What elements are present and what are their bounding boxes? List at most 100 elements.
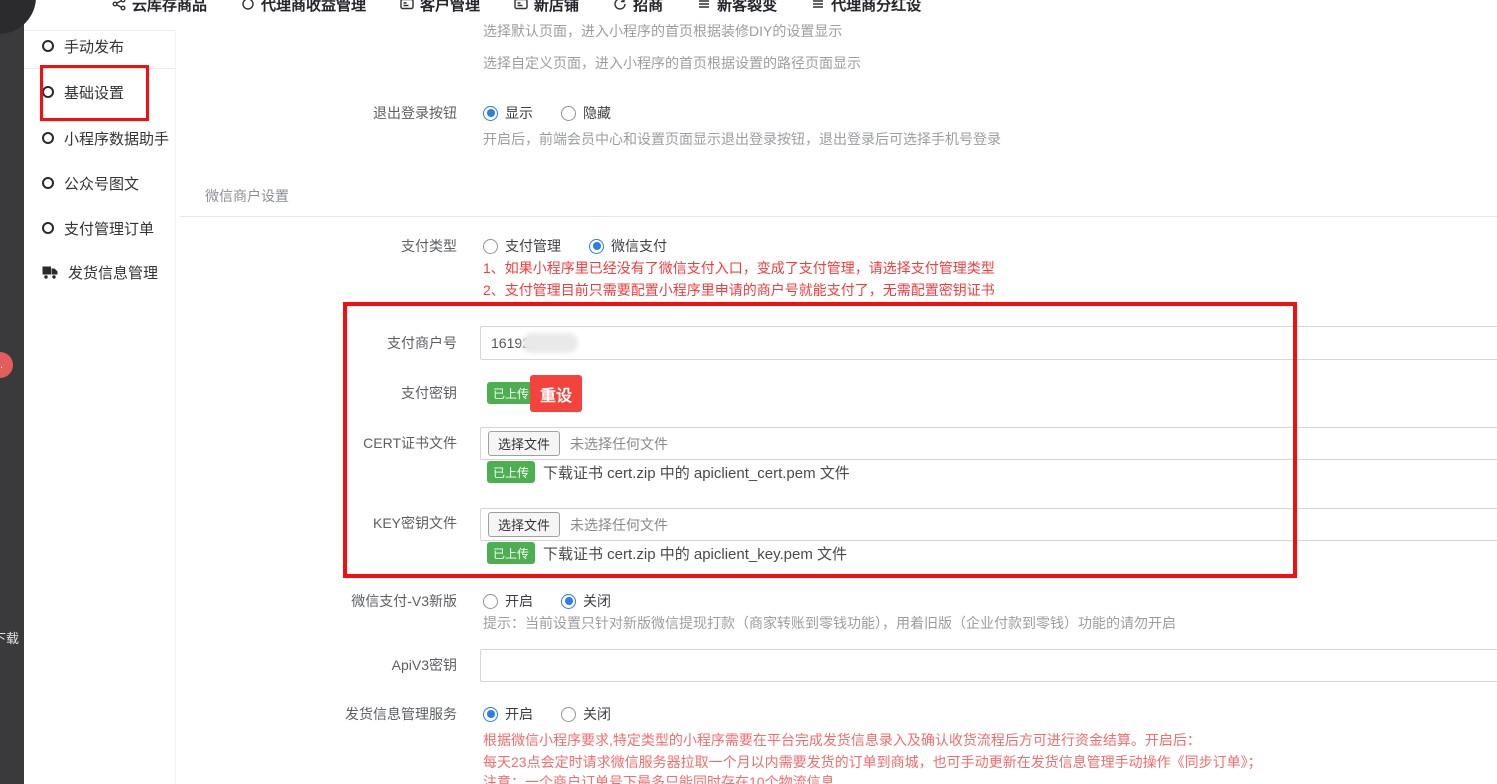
sidebar-item-manual-publish[interactable]: 手动发布: [42, 36, 124, 56]
radio-option-off[interactable]: 关闭: [561, 704, 611, 724]
shipping-service-label: 发货信息管理服务: [257, 704, 457, 724]
section-title-wechat-merchant: 微信商户设置: [205, 186, 289, 206]
sidebar-separator: [24, 68, 175, 69]
nav-item-cloud-stock[interactable]: 云库存商品: [112, 0, 207, 15]
radio-selected-icon: [561, 594, 576, 609]
radio-unselected-icon: [561, 707, 576, 722]
sidebar-item-label: 公众号图文: [64, 173, 139, 194]
merchant-id-input[interactable]: [480, 326, 1497, 360]
radio-unselected-icon: [483, 239, 498, 254]
sidebar-item-shipping-info[interactable]: 发货信息管理: [42, 262, 158, 282]
apiv3-key-label: ApiV3密钥: [257, 655, 457, 675]
sidebar-item-label: 发货信息管理: [68, 262, 158, 283]
radio-option-pay-manage[interactable]: 支付管理: [483, 236, 561, 256]
wxpay-v3-label: 微信支付-V3新版: [257, 591, 457, 611]
cert-file-picker: 选择文件 未选择任何文件: [480, 427, 1497, 460]
radio-option-wechat-pay[interactable]: 微信支付: [589, 236, 667, 256]
refresh-icon: [613, 0, 627, 11]
radio-option-label: 微信支付: [611, 236, 667, 256]
circle-icon: [241, 0, 255, 11]
radio-unselected-icon: [561, 106, 576, 121]
radio-option-show[interactable]: 显示: [483, 103, 533, 123]
radio-circle-icon: [42, 222, 54, 234]
radio-circle-icon: [42, 177, 54, 189]
nav-item-label: 代理商分红设: [831, 0, 921, 15]
no-file-chosen-text: 未选择任何文件: [570, 434, 668, 454]
cert-hint-text: 下载证书 cert.zip 中的 apiclient_cert.pem 文件: [543, 462, 850, 483]
logout-help-text: 开启后，前端会员中心和设置页面显示退出登录按钮，退出登录后可选择手机号登录: [483, 129, 1001, 149]
section-divider: [180, 216, 1497, 217]
pay-key-label: 支付密钥: [257, 383, 457, 403]
nav-item-label: 代理商收益管理: [261, 0, 366, 15]
nav-item-label: 客户管理: [420, 0, 480, 15]
home-page-custom-note: 选择自定义页面，进入小程序的首页根据设置的路径页面显示: [483, 53, 861, 73]
nav-item-customers[interactable]: 客户管理: [400, 0, 480, 15]
key-file-label: KEY密钥文件: [257, 513, 457, 533]
menu-icon: [697, 0, 711, 11]
pay-type-warning-1: 1、如果小程序里已经没有了微信支付入口，变成了支付管理，请选择支付管理类型: [483, 258, 995, 278]
shipping-note-3: 注意：一个商户订单号下最多只能同时存在10个物流信息: [483, 772, 835, 784]
radio-circle-icon: [42, 40, 54, 52]
sidebar-item-label: 支付管理订单: [64, 218, 154, 239]
sidebar-item-basic-settings[interactable]: 基础设置: [42, 82, 124, 102]
uploaded-badge: 已上传: [487, 461, 535, 483]
choose-file-button[interactable]: 选择文件: [488, 431, 560, 456]
nav-item-label: 招商: [633, 0, 663, 15]
home-page-default-note: 选择默认页面，进入小程序的首页根据装修DIY的设置显示: [483, 21, 842, 41]
nav-item-label: 新店铺: [534, 0, 579, 15]
id-card-icon: [514, 0, 528, 11]
pay-type-radio-group: 支付管理 微信支付: [483, 236, 695, 256]
admin-settings-page: { "left_strip": { "badge_text": "..", "d…: [0, 0, 1497, 784]
logout-button-label: 退出登录按钮: [257, 103, 457, 123]
sidebar-item-payment-orders[interactable]: 支付管理订单: [42, 218, 154, 238]
radio-selected-icon: [483, 106, 498, 121]
download-shortcut[interactable]: 下载: [0, 628, 19, 647]
nav-item-new-shop[interactable]: 新店铺: [514, 0, 579, 15]
radio-option-label: 开启: [505, 591, 533, 611]
sidebar-item-label: 基础设置: [64, 82, 124, 103]
apiv3-key-input[interactable]: [480, 649, 1497, 682]
radio-option-label: 隐藏: [583, 103, 611, 123]
redacted-value-mask: [522, 333, 578, 353]
truck-icon: [42, 266, 58, 279]
reset-key-button[interactable]: 重设: [530, 375, 582, 412]
settings-sidebar: 手动发布 基础设置 小程序数据助手 公众号图文 支付管理订单 发货信息管理: [24, 30, 176, 784]
sidebar-item-label: 小程序数据助手: [64, 128, 169, 149]
wxpay-v3-help-text: 提示：当前设置只针对新版微信提现打款（商家转账到零钱功能），用着旧版（企业付款到…: [483, 613, 1176, 633]
notification-badge[interactable]: ..: [0, 352, 13, 378]
nav-item-agent-dividend[interactable]: 代理商分红设: [811, 0, 921, 15]
sidebar-item-miniapp-data[interactable]: 小程序数据助手: [42, 128, 169, 148]
sidebar-item-label: 手动发布: [64, 36, 124, 57]
menu-icon: [811, 0, 825, 11]
share-nodes-icon: [112, 0, 126, 11]
radio-option-label: 显示: [505, 103, 533, 123]
key-uploaded-row: 已上传 下载证书 cert.zip 中的 apiclient_key.pem 文…: [487, 542, 847, 564]
shipping-radio-group: 开启 关闭: [483, 704, 639, 724]
radio-option-hide[interactable]: 隐藏: [561, 103, 611, 123]
nav-item-fission[interactable]: 新客裂变: [697, 0, 777, 15]
radio-option-on[interactable]: 开启: [483, 704, 533, 724]
pay-type-label: 支付类型: [257, 236, 457, 256]
left-dock-strip: .. 下载: [0, 0, 24, 784]
uploaded-badge: 已上传: [487, 382, 535, 404]
key-hint-text: 下载证书 cert.zip 中的 apiclient_key.pem 文件: [543, 543, 847, 564]
cert-uploaded-row: 已上传 下载证书 cert.zip 中的 apiclient_cert.pem …: [487, 461, 850, 483]
radio-unselected-icon: [483, 594, 498, 609]
id-card-icon: [400, 0, 414, 11]
radio-selected-icon: [589, 239, 604, 254]
radio-option-on[interactable]: 开启: [483, 591, 533, 611]
radio-circle-icon: [42, 86, 54, 98]
shipping-note-1: 根据微信小程序要求,特定类型的小程序需要在平台完成发货信息录入及确认收货流程后方…: [483, 730, 1201, 750]
wxpay-v3-radio-group: 开启 关闭: [483, 591, 639, 611]
pay-type-warning-2: 2、支付管理目前只需要配置小程序里申请的商户号就能支付了，无需配置密钥证书: [483, 280, 995, 300]
nav-item-investment[interactable]: 招商: [613, 0, 663, 15]
radio-option-off[interactable]: 关闭: [561, 591, 611, 611]
no-file-chosen-text: 未选择任何文件: [570, 515, 668, 535]
radio-option-label: 开启: [505, 704, 533, 724]
sidebar-item-official-articles[interactable]: 公众号图文: [42, 173, 139, 193]
uploaded-badge: 已上传: [487, 542, 535, 564]
radio-circle-icon: [42, 132, 54, 144]
nav-item-agent-revenue[interactable]: 代理商收益管理: [241, 0, 366, 15]
choose-file-button[interactable]: 选择文件: [488, 512, 560, 537]
radio-option-label: 关闭: [583, 704, 611, 724]
